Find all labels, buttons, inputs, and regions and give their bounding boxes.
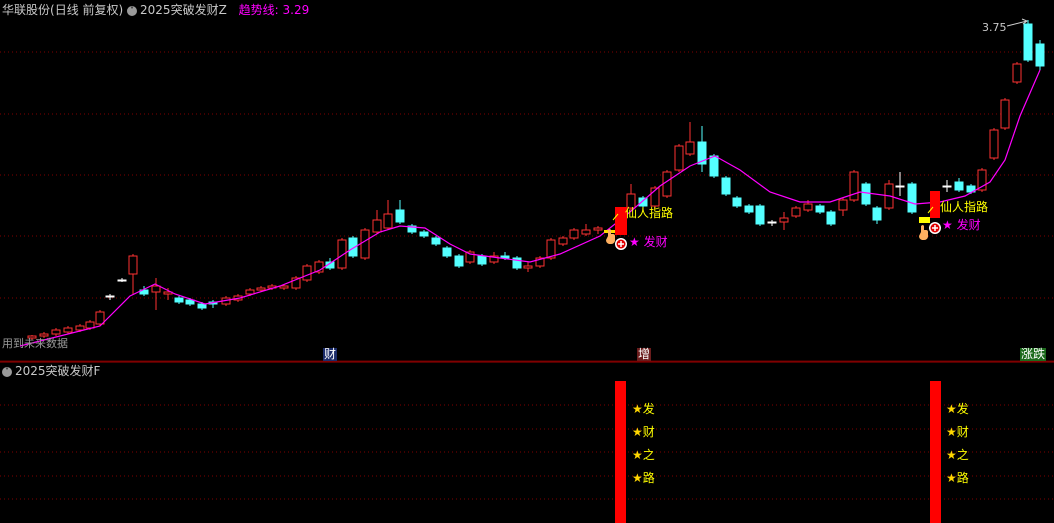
candle-body [581,229,591,235]
candle-body [593,227,603,231]
candle-body [989,129,999,159]
candle-body [431,237,441,245]
candle-body [685,141,695,155]
stock-name[interactable]: 华联股份 [2,3,50,17]
header-bar: 华联股份(日线 前复权) ˅ 2025突破发财Z 趋势线: 3.29 [2,3,309,17]
candle-body [732,197,742,207]
candle-body [372,219,382,233]
candle-body [51,329,61,335]
star-icon: ★ [946,471,957,485]
period-label[interactable]: (日线 前复权) [50,3,123,17]
candle-body [1000,99,1010,129]
candle-body [861,183,871,205]
candle-body [245,289,255,295]
candle-body [1012,63,1022,83]
plus-circle-icon [615,238,627,250]
trend-label: 趋势线: [238,3,279,17]
signal-marker-1 [604,207,627,235]
candle-body [197,303,207,309]
axis-marker-cai: 财 [323,347,338,361]
star-icon: ★ [946,402,957,416]
candle-body [360,229,370,259]
candle-body [185,299,195,305]
signal-label-2: 仙人指路 [940,200,989,214]
candle-body [709,155,719,177]
max-price-label: 3.75 [982,21,1007,34]
candle-body [117,279,127,282]
candle-body [779,217,789,223]
candle-body [721,177,731,195]
sub-header-bar: ˅ 2025突破发财F [2,364,100,378]
candle-body [302,265,312,281]
candle-body [767,221,777,224]
star-icon: ★ [632,402,643,416]
candle-body [662,171,672,197]
star-icon: ★ [946,425,957,439]
candle-body [1023,23,1033,61]
candle-body [674,145,684,171]
candle-body [174,297,184,303]
candle-body [85,321,95,329]
candlestick-series [27,20,1045,340]
candle-body [907,183,917,213]
plus-circle-icon [929,222,941,234]
candle-body [744,205,754,213]
candle-body [826,211,836,225]
candle-body [128,255,138,275]
candle-body [942,185,952,188]
star-icon: ★ [946,448,957,462]
signal-fa-2: ★ 发财 [942,218,981,232]
circle-arrow-icon[interactable]: ˅ [127,5,138,16]
candle-body [383,213,393,229]
axis-marker-zeng: 增 [637,347,652,361]
sub-signal-bar-2 [930,381,941,523]
candle-body [105,295,115,298]
candle-body [419,231,429,237]
star-icon: ★ [632,471,643,485]
axis-marker-zhangdie: 涨跌 [1020,347,1047,361]
candle-body [395,209,405,223]
candle-body [815,205,825,213]
candle-body [454,255,464,267]
signal-marker-2 [919,191,940,223]
candle-body [569,229,579,239]
trend-value: 3.29 [282,3,310,17]
candle-body [1035,43,1045,67]
candle-body [63,327,73,333]
kline-chart-canvas[interactable] [0,0,1054,523]
candle-body [477,255,487,265]
sub-signal-bar-1 [615,381,626,523]
candle-body [279,285,289,289]
candle-body [838,199,848,211]
candle-body [791,207,801,217]
candle-body [895,185,905,188]
indicator-main-name[interactable]: 2025突破发财Z [140,3,227,17]
candle-body [523,265,533,269]
sub-signal-text-2: ★发 ★财 ★之 ★路 [946,402,969,485]
candle-body [256,287,266,291]
candle-body [755,205,765,225]
candle-body [872,207,882,221]
sub-signal-text-1: ★发 ★财 ★之 ★路 [632,402,655,485]
candle-body [75,325,85,331]
candle-body [151,285,161,293]
future-data-note: 用到未来数据 [2,337,68,350]
star-icon: ★ [632,425,643,439]
signal-label-1: 仙人指路 [625,206,674,220]
signal-fa-1: ★ 发财 [629,235,668,249]
hand-pointer-icon [919,225,928,240]
star-icon: ★ [632,448,643,462]
candle-body [95,311,105,325]
candle-body [954,181,964,191]
candle-body [442,247,452,257]
candle-body [558,237,568,245]
main-grid [0,51,1054,500]
star-icon: ★ [942,218,953,232]
indicator-sub-name[interactable]: 2025突破发财F [15,364,100,378]
circle-arrow-icon[interactable]: ˅ [2,366,12,377]
candle-body [803,203,813,211]
star-icon: ★ [629,235,640,249]
candle-body [638,197,648,207]
candle-body [849,171,859,201]
